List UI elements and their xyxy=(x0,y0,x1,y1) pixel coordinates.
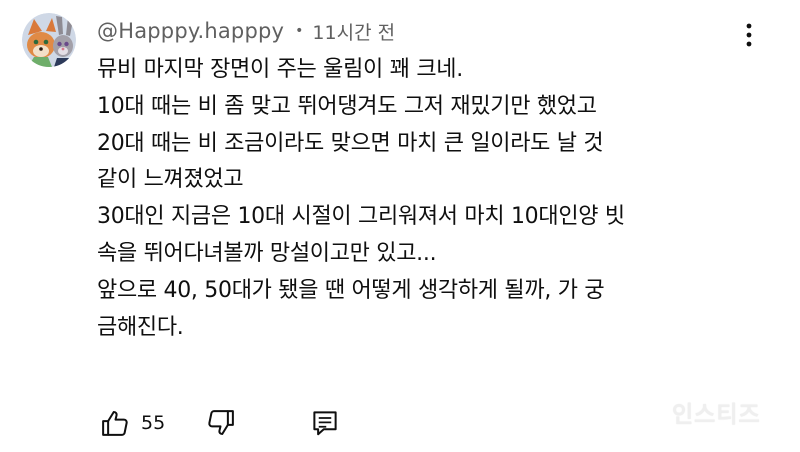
comment-body: 뮤비 마지막 장면이 주는 울림이 꽤 크네. 10대 때는 비 좀 맞고 뛰어… xyxy=(97,52,757,346)
comment-text-line: 앞으로 40, 50대가 됐을 땐 어떻게 생각하게 될까, 가 궁 xyxy=(97,277,605,303)
comment-text-line: 10대 때는 비 좀 맞고 뛰어댕겨도 그저 재밌기만 했었고 xyxy=(97,93,597,119)
comment-actions: 55 xyxy=(97,400,343,446)
dislike-button[interactable] xyxy=(203,405,239,441)
comment-text-line: 속을 뛰어다녀볼까 망설이고만 있고... xyxy=(97,240,437,266)
avatar[interactable] xyxy=(22,13,76,67)
comment-header: @Happpy.happpy • 11시간 전 xyxy=(97,15,395,47)
thumbs-down-icon xyxy=(208,410,235,435)
reply-button[interactable] xyxy=(307,405,343,441)
comment-timestamp[interactable]: 11시간 전 xyxy=(312,18,395,45)
reply-comment-icon xyxy=(313,411,337,436)
author-name[interactable]: @Happpy.happpy xyxy=(97,19,284,43)
comment-text-line: 금해진다. xyxy=(97,314,184,340)
comment-text-line: 같이 느껴졌었고 xyxy=(97,167,244,193)
more-vertical-icon[interactable] xyxy=(742,22,756,48)
comment-card: @Happpy.happpy • 11시간 전 뮤비 마지막 장면이 주는 울림… xyxy=(0,0,800,452)
comment-text-line: 30대인 지금은 10대 시절이 그리워져서 마치 10대인양 빗 xyxy=(97,204,625,230)
thumbs-up-icon xyxy=(102,411,128,436)
watermark-text: 인스티즈 xyxy=(672,402,761,428)
avatar-icon xyxy=(22,13,76,67)
meta-separator: • xyxy=(295,23,304,39)
like-button[interactable] xyxy=(97,405,133,441)
comment-text-line: 20대 때는 비 조금이라도 맞으면 마치 큰 일이라도 날 것 xyxy=(97,130,604,156)
comment-text-line: 뮤비 마지막 장면이 주는 울림이 꽤 크네. xyxy=(97,57,463,82)
like-count: 55 xyxy=(141,412,166,434)
